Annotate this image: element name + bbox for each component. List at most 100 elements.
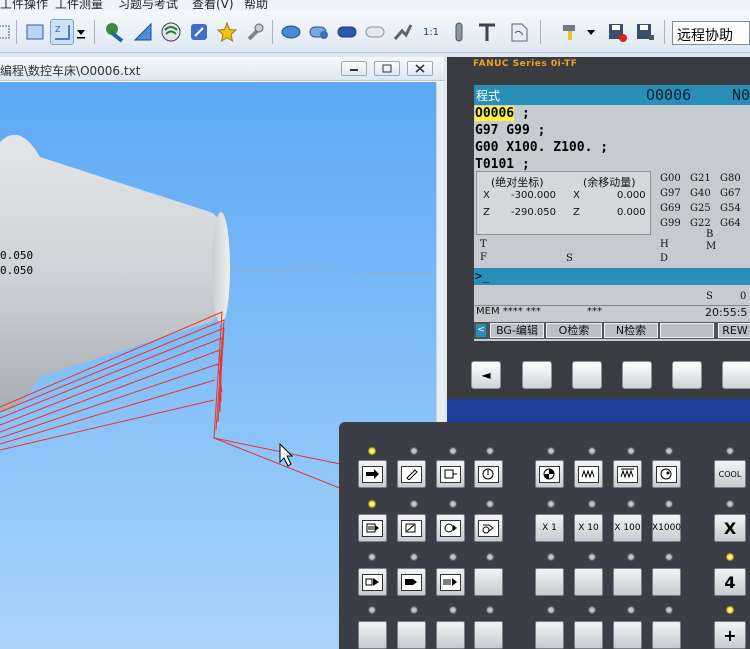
rectangle-icon[interactable] bbox=[22, 19, 48, 45]
ruler-icon[interactable] bbox=[130, 19, 156, 45]
rem-x-axis: X bbox=[573, 190, 580, 201]
blank-key[interactable] bbox=[613, 568, 642, 596]
blank-key[interactable] bbox=[652, 568, 681, 596]
machine-lock-key[interactable] bbox=[397, 568, 426, 596]
feed-hold-key[interactable] bbox=[436, 568, 465, 596]
hw-softkey[interactable] bbox=[722, 361, 750, 389]
softkey-prev[interactable]: < bbox=[476, 324, 486, 337]
label-d: D bbox=[660, 253, 669, 264]
restore-button[interactable] bbox=[374, 61, 400, 76]
softkey-n-search[interactable]: N检索 bbox=[604, 323, 658, 338]
hw-softkey[interactable] bbox=[672, 361, 702, 389]
view-side-icon[interactable] bbox=[306, 19, 332, 45]
auto-mode-key[interactable] bbox=[358, 460, 387, 488]
star-icon[interactable] bbox=[214, 19, 240, 45]
mdi-mode-key[interactable] bbox=[436, 460, 465, 488]
hw-softkey[interactable] bbox=[572, 361, 602, 389]
axis-x-key[interactable]: X bbox=[714, 514, 746, 542]
inc-jog-key[interactable] bbox=[613, 460, 642, 488]
optional-stop-key[interactable] bbox=[436, 514, 465, 542]
close-button[interactable] bbox=[407, 61, 433, 76]
axis-4-key[interactable]: 4 bbox=[714, 568, 746, 596]
tool-dropdown-icon[interactable] bbox=[558, 19, 584, 45]
menu-item-view[interactable]: 查看(V) bbox=[192, 0, 234, 11]
coolant-key[interactable]: COOL bbox=[714, 460, 746, 488]
blank-key[interactable] bbox=[613, 621, 642, 649]
blank-key[interactable] bbox=[474, 568, 503, 596]
dry-run-key[interactable] bbox=[474, 514, 503, 542]
document-icon[interactable] bbox=[506, 19, 532, 45]
blank-key[interactable] bbox=[535, 568, 564, 596]
coordinate-readout-2: 0.050 bbox=[0, 264, 34, 277]
machine-operator-panel: COOL X 1 X 10 X 100 X1000 X 4 + bbox=[339, 422, 750, 649]
menu-item-workpiece-measure[interactable]: 工件测量 bbox=[55, 0, 103, 11]
plus-key[interactable]: + bbox=[714, 621, 746, 649]
code-line: G00 X100. Z100. ; bbox=[475, 140, 609, 155]
dnc-mode-key[interactable] bbox=[474, 460, 503, 488]
view-top-icon[interactable] bbox=[334, 19, 360, 45]
program-restart-key[interactable] bbox=[358, 568, 387, 596]
step-x10-key[interactable]: X 10 bbox=[574, 514, 603, 542]
save-icon[interactable] bbox=[632, 19, 658, 45]
step-x1000-key[interactable]: X1000 bbox=[652, 514, 681, 542]
coolant-icon[interactable] bbox=[158, 19, 184, 45]
softkey-o-search[interactable]: O检索 bbox=[546, 323, 602, 338]
softkey-rew[interactable]: REW bbox=[718, 323, 750, 338]
led bbox=[449, 553, 457, 561]
led bbox=[547, 447, 555, 455]
command-input-line[interactable]: >_ bbox=[474, 268, 750, 285]
led bbox=[665, 447, 673, 455]
minimize-button[interactable] bbox=[341, 61, 367, 76]
select-rect-icon[interactable] bbox=[0, 19, 14, 45]
blank-key[interactable] bbox=[535, 621, 564, 649]
edit-icon[interactable] bbox=[186, 19, 212, 45]
handwheel-key[interactable] bbox=[652, 460, 681, 488]
zoom-icon[interactable]: Z bbox=[50, 19, 74, 45]
one-to-one-icon[interactable]: 1:1 bbox=[418, 19, 444, 45]
blank-key[interactable] bbox=[397, 621, 426, 649]
view-front-icon[interactable] bbox=[362, 19, 388, 45]
spindle-s-value: 0 bbox=[740, 291, 747, 302]
wrench-icon[interactable] bbox=[242, 19, 268, 45]
led bbox=[665, 553, 673, 561]
ref-return-key[interactable] bbox=[535, 460, 564, 488]
menu-item-exercises[interactable]: 习题与考试 bbox=[118, 0, 178, 11]
led bbox=[726, 447, 734, 455]
jog-mode-key[interactable] bbox=[574, 460, 603, 488]
blank-key[interactable] bbox=[358, 621, 387, 649]
tailstock-icon[interactable] bbox=[474, 19, 500, 45]
single-block-key[interactable] bbox=[358, 514, 387, 542]
gcode: G69 bbox=[660, 203, 681, 214]
workpiece-icon[interactable] bbox=[278, 19, 304, 45]
blank-key[interactable] bbox=[574, 568, 603, 596]
led bbox=[547, 500, 555, 508]
blank-key[interactable] bbox=[436, 621, 465, 649]
step-x100-key[interactable]: X 100 bbox=[613, 514, 642, 542]
block-skip-key[interactable] bbox=[397, 514, 426, 542]
hw-softkey[interactable] bbox=[622, 361, 652, 389]
step-x1-key[interactable]: X 1 bbox=[535, 514, 564, 542]
hw-key-left-arrow[interactable]: ◄ bbox=[471, 361, 501, 389]
command-prompt: >_ bbox=[475, 269, 490, 283]
measure-icon[interactable] bbox=[390, 19, 416, 45]
hw-softkey[interactable] bbox=[522, 361, 552, 389]
remote-assist-button[interactable]: 远程协助 bbox=[672, 21, 750, 45]
blank-key[interactable] bbox=[474, 621, 503, 649]
tool-icon[interactable] bbox=[102, 19, 128, 45]
rem-x-value: 0.000 bbox=[617, 190, 646, 201]
blank-key[interactable] bbox=[652, 621, 681, 649]
dropdown-arrow-icon[interactable] bbox=[584, 19, 598, 45]
menu-item-workpiece-ops[interactable]: 工件操作 bbox=[0, 0, 48, 11]
toolbar-separator bbox=[540, 20, 541, 44]
cnc-screen-bezel: FANUC Series 0i-TF 程式 O0006 N0 O0006 ; G… bbox=[447, 57, 750, 399]
softkey-blank[interactable] bbox=[660, 323, 714, 338]
screen-header: 程式 O0006 N0 bbox=[474, 85, 750, 105]
cnc-screen: 程式 O0006 N0 O0006 ; G97 G99 ; G00 X100. … bbox=[474, 85, 750, 341]
save-red-icon[interactable] bbox=[604, 19, 630, 45]
edit-mode-key[interactable] bbox=[397, 460, 426, 488]
softkey-bg-edit[interactable]: BG-编辑 bbox=[490, 323, 544, 338]
menu-item-help[interactable]: 帮助 bbox=[244, 0, 268, 11]
blank-key[interactable] bbox=[574, 621, 603, 649]
zoom-dropdown-icon[interactable] bbox=[74, 19, 88, 45]
tool-holder-icon[interactable] bbox=[446, 19, 472, 45]
